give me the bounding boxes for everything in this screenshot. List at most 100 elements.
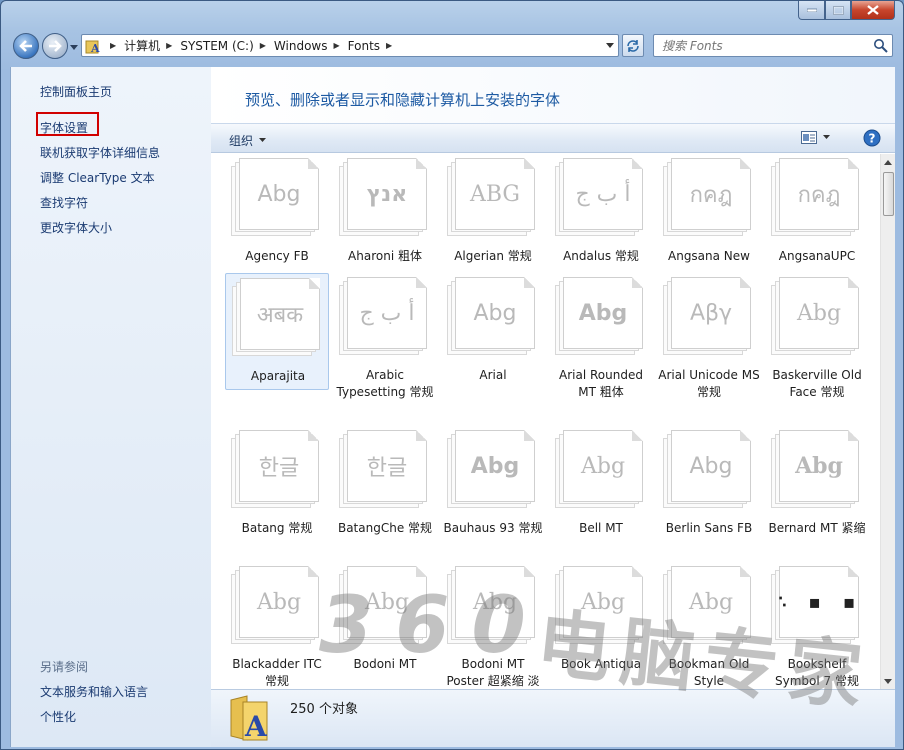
find-character-link[interactable]: 查找字符 [40,194,88,211]
maximize-button[interactable] [825,1,851,20]
forward-button[interactable] [42,33,68,59]
font-preview-icon: Αβγ [663,277,757,357]
font-item[interactable]: Abg Agency FB [225,154,329,274]
font-preview-icon: Abg [555,566,649,646]
font-item[interactable]: أ ب ج Andalus 常规 [549,154,653,274]
details-pane: A 250 个对象 [211,689,895,747]
font-item[interactable]: Abg Baskerville Old Face 常规 [765,273,869,399]
breadcrumb-computer[interactable]: 计算机 [124,37,160,54]
svg-text:A: A [90,42,100,54]
view-options-icon [801,131,817,144]
refresh-button[interactable] [622,34,644,57]
font-item[interactable]: 한글 Batang 常规 [225,426,329,546]
font-item[interactable]: Abg Berlin Sans FB [657,426,761,546]
breadcrumb-fonts[interactable]: Fonts [348,39,380,53]
font-sample: ∴ ▪ ▪ [774,591,864,613]
search-input[interactable] [662,38,862,53]
font-preview-icon: Abg [771,277,865,357]
font-item[interactable]: अबक Aparajita [225,273,329,390]
control-panel-home-link[interactable]: 控制面板主页 [40,83,112,100]
fonts-folder-large-icon: A [229,694,269,745]
font-settings-link[interactable]: 字体设置 [40,119,88,136]
back-button[interactable] [13,33,39,59]
scroll-up-icon[interactable] [883,156,893,168]
font-name: AngsanaUPC [778,249,856,263]
close-button[interactable] [851,1,895,20]
address-bar[interactable]: A ▶ 计算机 ▶ SYSTEM (C:) ▶ Windows ▶ Fonts … [81,34,619,57]
font-item[interactable]: Αβγ Arial Unicode MS 常规 [657,273,761,399]
font-item[interactable]: Abg Book Antiqua [549,562,653,682]
address-history-dropdown[interactable] [600,35,618,56]
font-preview-icon: Abg [231,566,325,646]
see-also-heading: 另请参阅 [40,660,89,674]
font-preview-icon: أ ب ج [339,277,433,357]
help-button[interactable]: ? [863,129,881,150]
scrollbar-thumb[interactable] [883,172,894,216]
font-preview-icon: Abg [771,430,865,510]
font-preview-icon: กคฎ [771,158,865,238]
font-item[interactable]: ABG Algerian 常规 [441,154,545,274]
font-name: Blackadder ITC 常规 [232,657,322,688]
recent-pages-dropdown-icon[interactable] [70,43,78,51]
breadcrumb-chevron-icon[interactable]: ▶ [334,41,340,50]
font-item[interactable]: ∴ ▪ ▪ Bookshelf Symbol 7 常规 [765,562,869,688]
font-item[interactable]: Abg Bauhaus 93 常规 [441,426,545,546]
font-item[interactable]: กคฎ Angsana New [657,154,761,274]
font-item[interactable]: Abg Bell MT [549,426,653,546]
task-pane: 控制面板主页 字体设置 联机获取字体详细信息 调整 ClearType 文本 查… [10,67,211,747]
breadcrumb-chevron-icon[interactable]: ▶ [260,41,266,50]
font-preview-icon: Abg [555,430,649,510]
font-sample: Abg [472,589,518,615]
font-name: Agency FB [245,249,309,263]
font-name: Arial Rounded MT 粗体 [559,368,643,399]
breadcrumb-system-drive[interactable]: SYSTEM (C:) [180,39,253,53]
font-preview-icon: أ ب ج [555,158,649,238]
breadcrumb-chevron-icon[interactable]: ▶ [110,41,116,50]
font-preview-icon: अबक [232,278,326,358]
font-preview-icon: Abg [555,277,649,357]
search-icon[interactable] [873,38,888,53]
font-item[interactable]: אנץ Aharoni 粗体 [333,154,437,274]
refresh-icon [627,39,639,52]
font-item[interactable]: أ ب ج Arabic Typesetting 常规 [333,273,437,399]
minimize-button[interactable] [798,1,825,20]
breadcrumb-windows[interactable]: Windows [274,39,328,53]
scroll-down-icon[interactable] [883,675,893,687]
font-item[interactable]: Abg Arial [441,273,545,393]
font-preview-icon: Abg [663,566,757,646]
vertical-scrollbar[interactable] [880,154,895,689]
font-name: Berlin Sans FB [665,521,753,535]
svg-text:A: A [244,710,268,742]
font-sample: Abg [795,453,843,479]
font-name: Arabic Typesetting 常规 [336,368,434,399]
font-item[interactable]: Abg Bodoni MT [333,562,437,682]
font-item[interactable]: Abg Blackadder ITC 常规 [225,562,329,688]
font-name: Arial [479,368,507,382]
breadcrumb-chevron-icon[interactable]: ▶ [386,41,392,50]
font-item[interactable]: กคฎ AngsanaUPC [765,154,869,274]
font-sample: Abg [688,589,734,615]
font-sample: Abg [473,300,517,326]
font-name: Baskerville Old Face 常规 [772,368,862,399]
font-preview-icon: Abg [339,566,433,646]
adjust-cleartype-link[interactable]: 调整 ClearType 文本 [40,169,155,186]
change-font-size-link[interactable]: 更改字体大小 [40,219,112,236]
font-name: Bookshelf Symbol 7 常规 [775,657,859,688]
text-services-link[interactable]: 文本服务和输入语言 [40,683,148,700]
personalization-link[interactable]: 个性化 [40,708,76,725]
font-item[interactable]: Abg Bodoni MT Poster 超紧缩 淡 [441,562,545,688]
organize-menu-button[interactable]: 组织 [229,132,267,149]
font-sample: Αβγ [689,300,733,326]
search-box[interactable] [653,34,893,57]
font-item[interactable]: 한글 BatangChe 常规 [333,426,437,546]
font-sample: ABG [469,181,521,207]
get-font-info-online-link[interactable]: 联机获取字体详细信息 [40,144,160,161]
font-item[interactable]: Abg Bookman Old Style [657,562,761,688]
font-item[interactable]: Abg Arial Rounded MT 粗体 [549,273,653,399]
font-sample: Abg [578,300,628,326]
font-sample: Abg [689,453,733,479]
font-item[interactable]: Abg Bernard MT 紧缩 [765,426,869,546]
breadcrumb-chevron-icon[interactable]: ▶ [166,41,172,50]
font-name: Bookman Old Style [668,657,750,688]
change-view-button[interactable] [801,131,830,144]
